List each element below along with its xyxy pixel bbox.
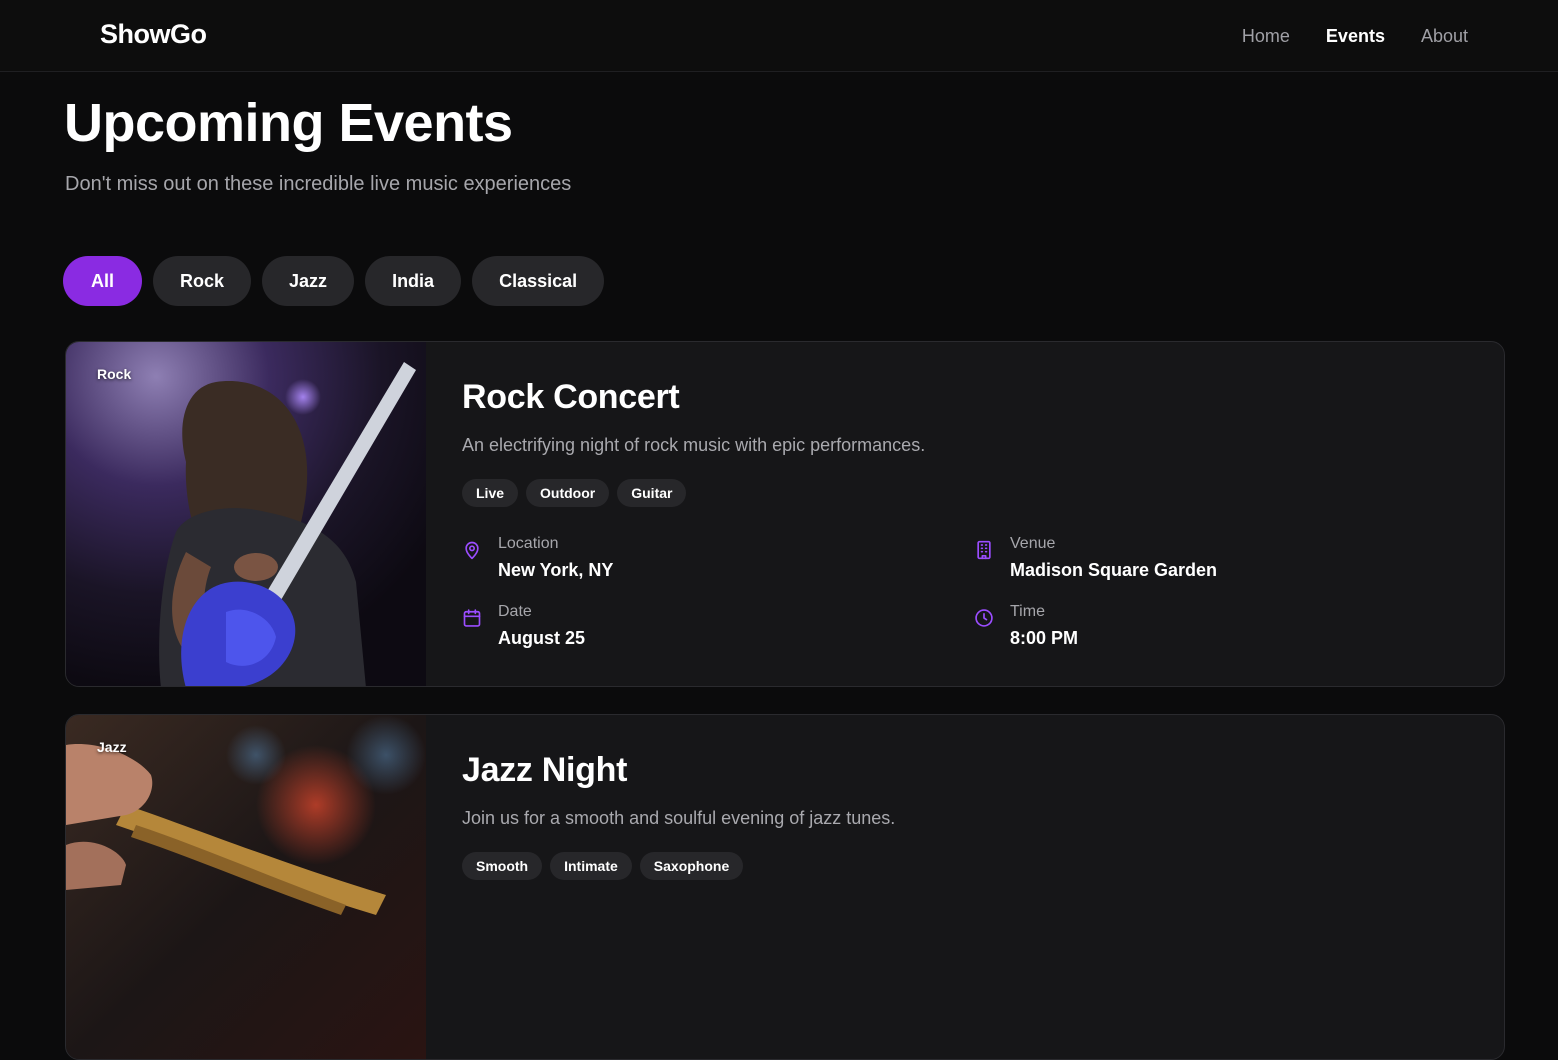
genre-badge: Rock (97, 366, 132, 382)
event-details: Jazz Night Join us for a smooth and soul… (462, 715, 1474, 1059)
event-tag: Outdoor (526, 479, 610, 507)
event-tags: Smooth Intimate Saxophone (462, 852, 744, 880)
clock-icon (974, 608, 994, 628)
location-value: New York, NY (498, 560, 614, 580)
nav-about[interactable]: About (1421, 24, 1468, 48)
nav-events[interactable]: Events (1326, 24, 1385, 48)
date-value: August 25 (498, 628, 586, 648)
page-title: Upcoming Events (64, 93, 513, 153)
event-time: Time 8:00 PM (974, 602, 1078, 649)
event-tag: Saxophone (639, 852, 744, 880)
time-label: Time (1010, 603, 1045, 620)
event-title[interactable]: Rock Concert (462, 378, 680, 417)
event-description: An electrifying night of rock music with… (462, 435, 926, 455)
nav-home[interactable]: Home (1242, 24, 1290, 48)
event-tag: Guitar (617, 479, 687, 507)
filter-classical-button[interactable]: Classical (472, 256, 605, 306)
event-date: Date August 25 (462, 602, 585, 649)
location-label: Location (498, 535, 559, 552)
time-value: 8:00 PM (1010, 628, 1079, 648)
event-tag: Live (462, 479, 519, 507)
calendar-icon (462, 608, 482, 628)
filter-rock-button[interactable]: Rock (153, 256, 252, 306)
brand-logo[interactable]: ShowGo (100, 19, 207, 50)
event-card[interactable]: Jazz Jazz Night Join us for a smooth and… (65, 714, 1505, 1060)
event-title[interactable]: Jazz Night (462, 751, 627, 790)
event-details: Rock Concert An electrifying night of ro… (462, 342, 1474, 686)
genre-badge: Jazz (97, 739, 127, 755)
filter-jazz-button[interactable]: Jazz (262, 256, 355, 306)
event-location: Location New York, NY (462, 534, 613, 581)
event-tags: Live Outdoor Guitar (462, 479, 687, 507)
rock-guitarist-image (66, 342, 426, 686)
event-description: Join us for a smooth and soulful evening… (462, 808, 896, 828)
venue-label: Venue (1010, 535, 1056, 552)
filter-all-button[interactable]: All (63, 256, 143, 306)
event-image: Jazz (66, 715, 426, 1059)
genre-filter-bar: All Rock Jazz India Classical (63, 256, 605, 306)
event-tag: Intimate (550, 852, 632, 880)
filter-india-button[interactable]: India (365, 256, 462, 306)
main-nav: Home Events About (1242, 24, 1468, 48)
page-subtitle: Don't miss out on these incredible live … (65, 173, 572, 195)
top-navbar: ShowGo Home Events About (0, 0, 1558, 72)
event-tag: Smooth (462, 852, 543, 880)
building-icon (974, 540, 994, 560)
map-pin-icon (462, 540, 482, 560)
event-image: Rock (66, 342, 426, 686)
event-card[interactable]: Rock Rock Concert An electrifying night … (65, 341, 1505, 687)
venue-value: Madison Square Garden (1010, 560, 1218, 580)
jazz-trumpet-image (66, 715, 426, 1059)
date-label: Date (498, 603, 532, 620)
event-venue: Venue Madison Square Garden (974, 534, 1217, 581)
